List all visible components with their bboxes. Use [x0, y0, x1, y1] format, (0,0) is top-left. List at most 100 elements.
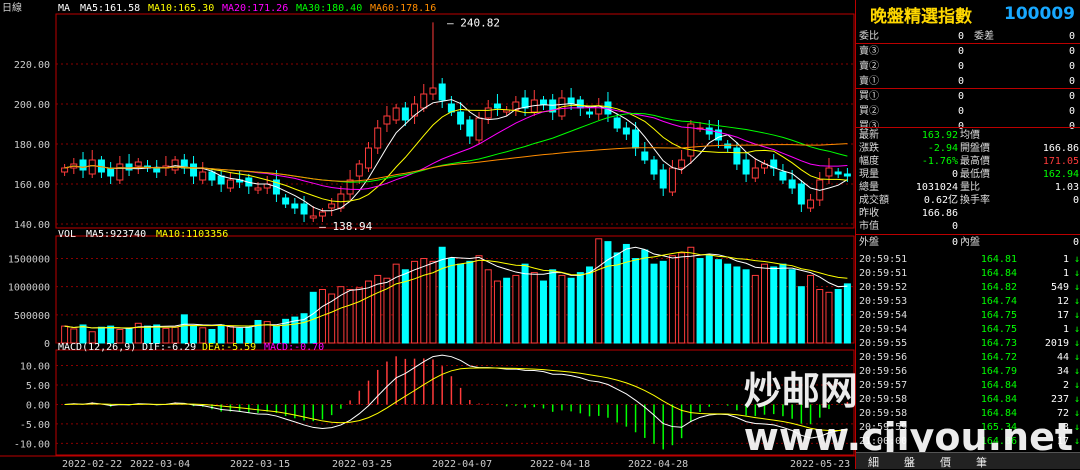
- tick-time: 20:59:56: [859, 366, 908, 377]
- volume-bar: [447, 258, 455, 344]
- tick-time: 20:59:54: [859, 310, 908, 321]
- stat-label-2: 開盤價: [960, 143, 990, 154]
- tab-trades[interactable]: 筆: [976, 454, 987, 470]
- tick-price: 164.72: [980, 352, 1017, 363]
- macd-tick-label: -5.00: [20, 420, 50, 431]
- quote-header: 晚盤精選指數 100009: [856, 0, 1080, 28]
- tick-price: 164.84: [980, 268, 1017, 279]
- candle: [493, 103, 501, 109]
- candle: [641, 151, 649, 161]
- tab-price[interactable]: 價: [940, 454, 951, 470]
- tick-direction: ↓: [1073, 394, 1080, 405]
- candle: [650, 159, 658, 175]
- tick-price: 164.84: [980, 408, 1017, 419]
- panel-tabs[interactable]: 細 盤 價 筆: [856, 452, 1080, 469]
- stat-row: 市值 0: [856, 220, 1080, 233]
- candle: [475, 117, 483, 141]
- candle: [254, 187, 262, 191]
- price-tick-label: 220.00: [14, 60, 50, 71]
- tick-volume: 17: [1056, 310, 1069, 321]
- tick-price: 164.73: [980, 338, 1017, 349]
- tick-row: 20:59:59 165.34 3 ↓: [856, 421, 1080, 434]
- candle: [355, 163, 363, 177]
- tick-row: 20:59:54 164.75 1 ↓: [856, 323, 1080, 336]
- volume-bar: [641, 249, 649, 344]
- tick-volume: 1: [1062, 254, 1069, 265]
- tick-volume: 12: [1056, 296, 1069, 307]
- candle: [217, 175, 225, 185]
- candle: [457, 111, 465, 125]
- stat-value: -2.94: [927, 143, 958, 154]
- date-tick-label: 2022-05-23: [790, 459, 850, 469]
- price-tick-label: 200.00: [14, 100, 50, 111]
- date-tick-label: 2022-04-18: [530, 459, 590, 469]
- order-value: 0: [957, 61, 964, 72]
- tick-time: 20:59:59: [859, 422, 908, 433]
- stat-label: 漲跌: [859, 143, 879, 154]
- volume-bar: [245, 326, 253, 344]
- candle: [365, 147, 373, 169]
- stat-value: 166.86: [921, 208, 958, 219]
- candle: [586, 111, 594, 115]
- candle: [125, 163, 133, 171]
- volume-bar: [696, 258, 704, 344]
- volume-bar: [346, 289, 354, 344]
- tick-direction: ↓: [1073, 324, 1080, 335]
- candle: [420, 93, 428, 109]
- volume-bar: [613, 252, 621, 344]
- dif-legend: DIF:-6.29: [142, 342, 196, 353]
- stat-label: 昨收: [859, 208, 879, 219]
- price-tick-label: 160.00: [14, 180, 50, 191]
- volume-bar: [567, 277, 575, 344]
- stat-value-2: 1.03: [1054, 182, 1079, 193]
- volume-bar: [530, 272, 538, 344]
- tick-row: 21:00:00 164.86 17 ↓: [856, 435, 1080, 448]
- volume-bar: [79, 324, 87, 344]
- tab-book[interactable]: 盤: [904, 454, 915, 470]
- tick-volume: 1: [1062, 324, 1069, 335]
- tick-row: 20:59:52 164.82 549 ↓: [856, 281, 1080, 294]
- stat-value: 0: [951, 169, 958, 180]
- volume-bar: [355, 287, 363, 344]
- divider: [856, 127, 1080, 128]
- candle: [466, 119, 474, 137]
- volume-bar: [199, 327, 207, 344]
- stat-row: 最新 163.92 均價: [856, 129, 1080, 142]
- volume-bar: [493, 280, 501, 344]
- volume-bar: [779, 263, 787, 344]
- volume-bar: [549, 269, 557, 344]
- stat-value: 0: [951, 237, 958, 248]
- stock-chart[interactable]: 220.00 200.00 180.00 160.00 140.00 — 240.82 — …: [0, 0, 855, 469]
- tick-row: 20:59:54 164.75 17 ↓: [856, 309, 1080, 322]
- stat-value-2: 166.86: [1042, 143, 1079, 154]
- tick-row: 20:59:58 164.84 72 ↓: [856, 407, 1080, 420]
- tick-volume: 72: [1056, 408, 1069, 419]
- tick-volume: 549: [1050, 282, 1069, 293]
- dif-line: [64, 354, 848, 439]
- candle: [484, 107, 492, 119]
- tab-detail[interactable]: 細: [868, 454, 879, 470]
- date-tick-label: 2022-03-04: [130, 459, 190, 469]
- volume-bar: [797, 286, 805, 344]
- tick-volume: 2019: [1044, 338, 1069, 349]
- tick-volume: 17: [1056, 436, 1069, 447]
- order-label: 買②: [859, 106, 879, 117]
- order-value: 0: [957, 31, 964, 42]
- dea-legend: DEA:-5.59: [202, 342, 256, 353]
- tick-price: 164.84: [980, 380, 1017, 391]
- volume-bar: [816, 289, 824, 344]
- tick-direction: ↓: [1073, 380, 1080, 391]
- volume-bar: [632, 258, 640, 344]
- stat-value-2: 0: [1072, 195, 1079, 206]
- order-label: 賣②: [859, 61, 879, 72]
- volume-bar: [309, 291, 317, 344]
- volume-bar: [733, 266, 741, 344]
- stat-label: 成交額: [859, 195, 889, 206]
- order-row: 賣③ 0 0: [856, 45, 1080, 58]
- volume-bar: [678, 252, 686, 344]
- vol-ma10-legend: MA10:1103356: [156, 229, 228, 240]
- volume-tick-label: 1000000: [8, 283, 50, 294]
- candle: [659, 169, 667, 189]
- tick-time: 20:59:58: [859, 394, 908, 405]
- candle: [88, 159, 96, 175]
